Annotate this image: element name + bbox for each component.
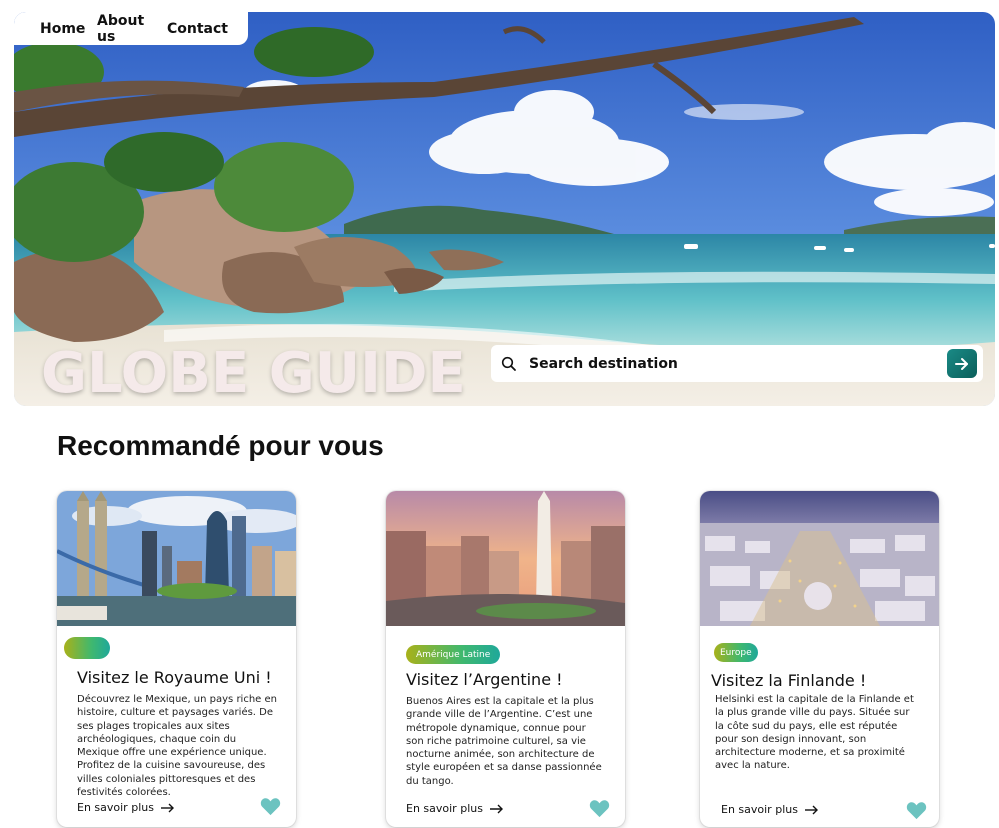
category-badge: Amérique Latine xyxy=(406,645,501,664)
learn-more-link[interactable]: En savoir plus xyxy=(406,802,505,815)
nav-home-link[interactable]: Home xyxy=(40,21,97,37)
learn-more-label: En savoir plus xyxy=(721,803,798,816)
top-navigation: Home About us Contact xyxy=(14,12,248,45)
london-image xyxy=(57,491,296,626)
search-input[interactable]: Search destination xyxy=(529,356,678,372)
buenos-aires-image xyxy=(386,491,625,626)
card-description: Helsinki est la capitale de la Finlande … xyxy=(715,694,914,772)
learn-more-label: En savoir plus xyxy=(77,801,154,814)
heart-icon[interactable] xyxy=(906,801,927,820)
section-title: Recommandé pour vous xyxy=(57,430,384,461)
card-description: Buenos Aires est la capitale et la plus … xyxy=(406,696,602,787)
learn-more-link[interactable]: En savoir plus xyxy=(77,801,176,814)
category-badge xyxy=(64,637,110,659)
brand-title: GLOBE GUIDE xyxy=(41,341,466,406)
arrow-right-icon xyxy=(804,805,818,814)
card-description: Découvrez le Mexique, un pays riche en h… xyxy=(77,694,277,799)
learn-more-label: En savoir plus xyxy=(406,802,483,815)
learn-more-link[interactable]: En savoir plus xyxy=(721,803,820,816)
arrow-right-icon xyxy=(955,357,968,370)
search-submit-button[interactable] xyxy=(947,349,977,378)
category-badge: Europe xyxy=(714,643,758,662)
card-title: Visitez le Royaume Uni ! xyxy=(77,668,272,687)
arrow-right-icon xyxy=(160,803,174,812)
heart-icon[interactable] xyxy=(260,797,281,816)
destination-card-finland[interactable]: Europe Visitez la Finlande ! Helsinki es… xyxy=(700,491,939,827)
nav-contact-link[interactable]: Contact xyxy=(167,21,228,37)
search-bar[interactable]: Search destination xyxy=(491,345,983,382)
card-title: Visitez l’Argentine ! xyxy=(406,670,563,689)
search-icon xyxy=(501,356,516,371)
card-title: Visitez la Finlande ! xyxy=(711,671,867,690)
helsinki-image xyxy=(700,491,939,626)
destination-card-argentina[interactable]: Amérique Latine Visitez l’Argentine ! Bu… xyxy=(386,491,625,827)
destination-card-uk[interactable]: Visitez le Royaume Uni ! Découvrez le Me… xyxy=(57,491,296,827)
heart-icon[interactable] xyxy=(589,799,610,818)
arrow-right-icon xyxy=(489,804,503,813)
nav-about-link[interactable]: About us xyxy=(97,13,167,45)
